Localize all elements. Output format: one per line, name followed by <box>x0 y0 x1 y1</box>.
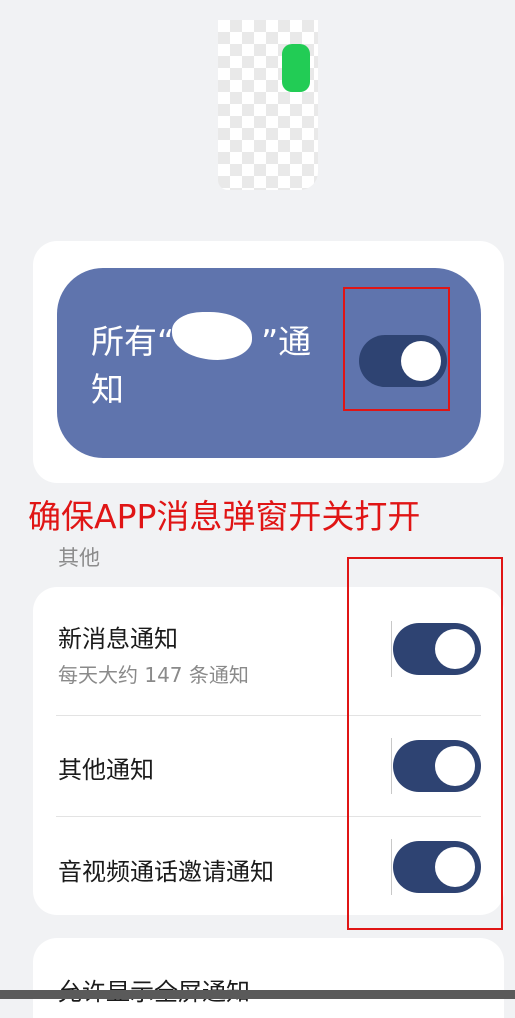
annotation-box-switches <box>347 557 503 930</box>
app-icon-green-shape <box>282 44 310 92</box>
bottom-bar <box>0 990 515 999</box>
fullscreen-notification-card[interactable]: 允许显示全屏通知 <box>33 938 504 1018</box>
row-title: 其他通知 <box>58 756 154 784</box>
row-title: 音视频通话邀请通知 <box>58 858 274 886</box>
section-header-other: 其他 <box>58 546 100 570</box>
row-title: 新消息通知 <box>58 625 178 653</box>
annotation-box-master <box>343 287 450 411</box>
instruction-annotation: 确保APP消息弹窗开关打开 <box>28 497 421 536</box>
row-subtitle: 每天大约 147 条通知 <box>58 663 249 687</box>
